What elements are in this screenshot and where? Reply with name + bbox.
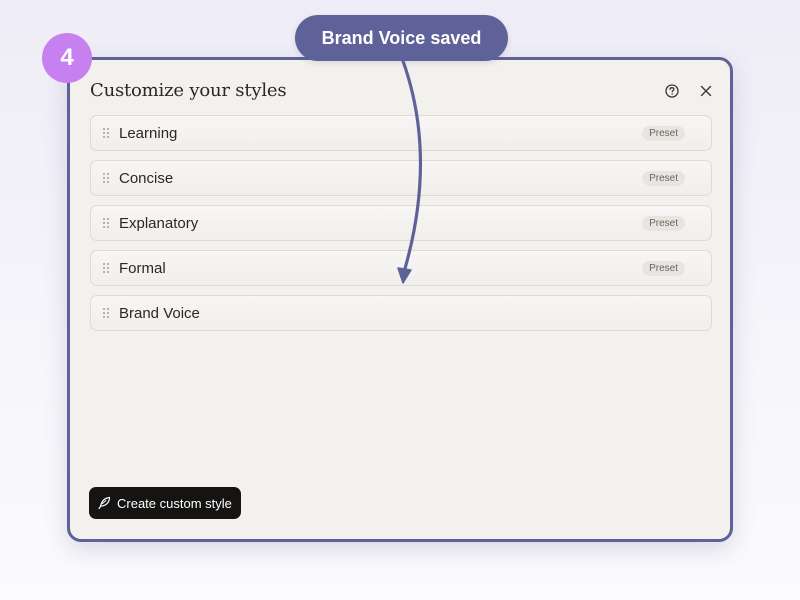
style-item-label: Brand Voice — [119, 304, 200, 322]
drag-handle-icon[interactable] — [102, 262, 110, 274]
style-item-learning[interactable]: Learning Preset — [90, 115, 712, 151]
preset-badge: Preset — [642, 261, 685, 276]
create-custom-style-button[interactable]: Create custom style — [89, 487, 241, 519]
preset-badge: Preset — [642, 216, 685, 231]
preset-badge: Preset — [642, 171, 685, 186]
style-item-brand-voice[interactable]: Brand Voice — [90, 295, 712, 331]
drag-handle-icon[interactable] — [102, 217, 110, 229]
step-badge: 4 — [42, 33, 92, 83]
close-icon[interactable] — [697, 82, 715, 100]
drag-handle-icon[interactable] — [102, 172, 110, 184]
style-item-concise[interactable]: Concise Preset — [90, 160, 712, 196]
style-item-label: Explanatory — [119, 214, 199, 232]
drag-handle-icon[interactable] — [102, 127, 110, 139]
drag-handle-icon[interactable] — [102, 307, 110, 319]
customize-styles-dialog: Customize your styles Learning Preset Co… — [67, 57, 733, 542]
feather-icon — [97, 496, 111, 510]
step-number: 4 — [60, 44, 74, 71]
dialog-title: Customize your styles — [90, 80, 287, 101]
style-list: Learning Preset Concise Preset Explanato… — [90, 115, 712, 340]
callout-text: Brand Voice saved — [321, 27, 482, 48]
style-item-label: Formal — [119, 259, 166, 277]
style-item-label: Learning — [119, 124, 178, 142]
style-item-explanatory[interactable]: Explanatory Preset — [90, 205, 712, 241]
style-item-formal[interactable]: Formal Preset — [90, 250, 712, 286]
help-circle-icon[interactable] — [663, 82, 681, 100]
preset-badge: Preset — [642, 126, 685, 141]
create-button-label: Create custom style — [117, 495, 232, 511]
style-item-label: Concise — [119, 169, 174, 187]
callout-pill: Brand Voice saved — [295, 15, 508, 61]
